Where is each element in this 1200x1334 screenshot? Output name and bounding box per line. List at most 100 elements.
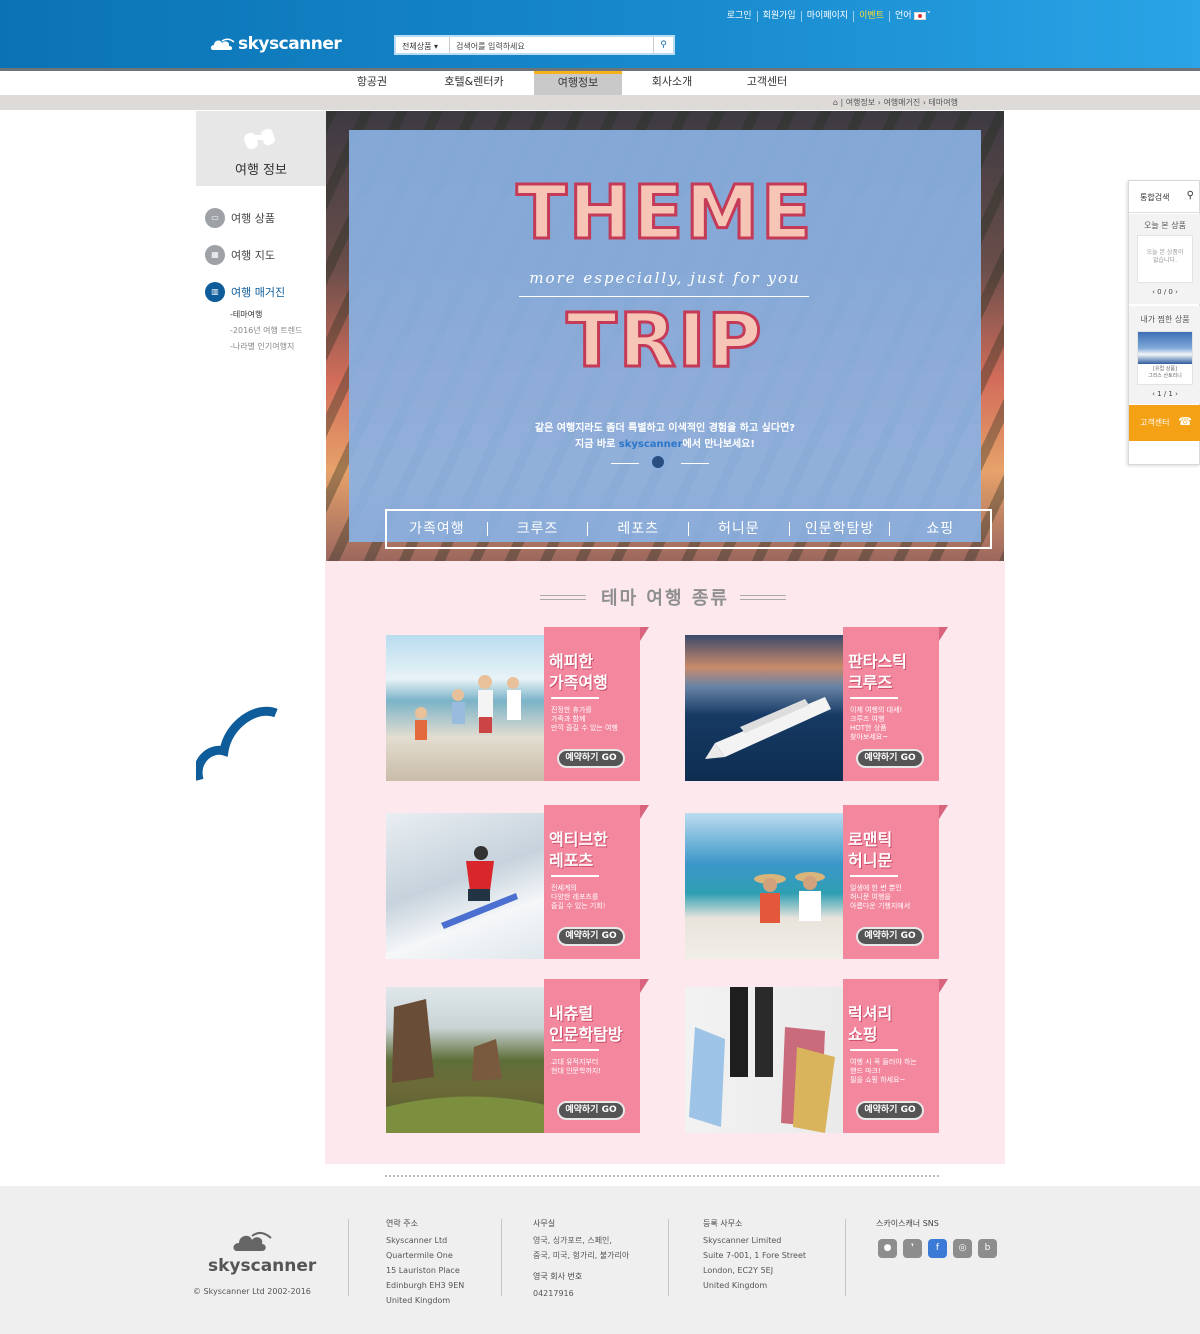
footer-heading: 등록 사무소 bbox=[703, 1219, 743, 1228]
card-title-1: 럭셔리 bbox=[848, 1004, 893, 1023]
tab-honeymoon[interactable]: 허니문 bbox=[689, 522, 790, 536]
plane-badge-icon bbox=[650, 454, 666, 470]
hero-copy-line2: 지금 바로 skyscanner에서 만나보세요! bbox=[349, 435, 981, 450]
hero-copy-line1: 같은 여행지라도 좀더 특별하고 이색적인 경험을 하고 싶다면? bbox=[534, 423, 796, 434]
empty-line: 오늘 본 상품이 bbox=[1146, 249, 1184, 256]
tab-cruise[interactable]: 크루즈 bbox=[488, 522, 589, 536]
wish-item[interactable]: [유럽 상품] 그리스 산토리니 bbox=[1137, 331, 1193, 385]
blog-icon[interactable]: b bbox=[978, 1239, 997, 1258]
signup-link[interactable]: 회원가입 bbox=[756, 11, 801, 22]
facebook-icon[interactable]: f bbox=[928, 1239, 947, 1258]
wish-pager[interactable]: ‹ 1 / 1 › bbox=[1129, 390, 1200, 398]
cruise-ship-photo bbox=[685, 635, 845, 781]
nav-hotel-rentcar[interactable]: 호텔&렌터카 bbox=[436, 71, 512, 95]
nav-company[interactable]: 회사소개 bbox=[642, 71, 702, 95]
event-link[interactable]: 이벤트 bbox=[853, 11, 889, 22]
book-go-button[interactable]: 예약하기 GO bbox=[856, 927, 924, 946]
nav-flights[interactable]: 항공권 bbox=[342, 71, 402, 95]
card-fold bbox=[939, 805, 948, 819]
book-go-button[interactable]: 예약하기 GO bbox=[856, 749, 924, 768]
book-go-button[interactable]: 예약하기 GO bbox=[557, 927, 625, 946]
theme-card-humanities-tour[interactable]: 내츄럴 인문학탐방 고대 유적지부터 현대 인문학까지! 예약하기 GO bbox=[386, 979, 649, 1135]
shopping-bags-photo bbox=[685, 987, 845, 1133]
theme-card-cruise[interactable]: 판타스틱 크루즈 이제 여행의 대세! 크루즈 여행 HOT한 상품 찾아보세요~ 예약… bbox=[685, 627, 948, 783]
nav-travel-info[interactable]: 여행정보 bbox=[534, 71, 622, 95]
sidebar-sub-popular-destinations[interactable]: -나라별 인기여행지 bbox=[230, 341, 294, 352]
sidebar-item-travel-products[interactable]: ▭ 여행 상품 bbox=[205, 208, 275, 228]
copyright: © Skyscanner Ltd 2002-2016 bbox=[193, 1287, 311, 1296]
footer-heading: 사무실 bbox=[533, 1219, 556, 1228]
recent-pager[interactable]: ‹ 0 / 0 › bbox=[1129, 288, 1200, 296]
card-title-2: 가족여행 bbox=[549, 673, 608, 692]
sidebar-item-travel-magazine[interactable]: ▥ 여행 매거진 bbox=[205, 282, 285, 302]
desc-line: 일생에 한 번 뿐인 bbox=[850, 884, 902, 892]
skyscanner-logo[interactable]: skyscanner bbox=[210, 34, 342, 54]
tab-humanities-tour[interactable]: 인문학탐방 bbox=[790, 522, 891, 536]
login-link[interactable]: 로그인 bbox=[722, 11, 757, 22]
quick-customer-center[interactable]: 고객센터 ☎ bbox=[1129, 405, 1200, 441]
footer: skyscanner © Skyscanner Ltd 2002-2016 연락… bbox=[0, 1186, 1200, 1334]
theme-tabs: 가족여행 크루즈 레포츠 허니문 인문학탐방 쇼핑 bbox=[385, 509, 992, 549]
kakaotalk-icon[interactable]: ● bbox=[878, 1239, 897, 1258]
breadcrumb-item[interactable]: 여행정보 bbox=[846, 98, 875, 107]
book-go-button[interactable]: 예약하기 GO bbox=[856, 1101, 924, 1120]
section-title: 테마 여행 종류 bbox=[601, 588, 729, 609]
home-icon[interactable]: ⌂ bbox=[833, 98, 838, 107]
footer-sns: 스카이스캐너 SNS bbox=[876, 1216, 939, 1233]
card-title: 로맨틱 허니문 bbox=[848, 829, 940, 871]
sns-icons: ● ❜ f ◎ b bbox=[878, 1239, 1003, 1258]
card-bar bbox=[850, 1049, 898, 1051]
recent-empty: 오늘 본 상품이 없습니다. bbox=[1137, 235, 1193, 283]
nav-customer-center[interactable]: 고객센터 bbox=[737, 71, 797, 95]
sidebar-sub-2016-trend[interactable]: -2016년 여행 트렌드 bbox=[230, 325, 303, 336]
card-title-1: 내츄럴 bbox=[549, 1004, 594, 1023]
book-go-button[interactable]: 예약하기 GO bbox=[557, 749, 625, 768]
card-title: 럭셔리 쇼핑 bbox=[848, 1003, 940, 1045]
footer-heading: 연락 주소 bbox=[386, 1219, 418, 1228]
sidebar-item-label: 여행 상품 bbox=[231, 212, 275, 225]
card-bar bbox=[551, 697, 599, 699]
theme-card-honeymoon[interactable]: 로맨틱 허니문 일생에 한 번 뿐인 허니문 여행을 아름다운 기행지에서 예약하기 … bbox=[685, 805, 948, 961]
search-category-select[interactable]: 전체상품 ▾ bbox=[396, 37, 450, 53]
search-button[interactable]: ⚲ bbox=[653, 37, 673, 53]
quick-search[interactable]: 통합검색 ⚲ bbox=[1129, 181, 1200, 213]
breadcrumb-item[interactable]: 여행매거진 bbox=[883, 98, 920, 107]
mypage-link[interactable]: 마이페이지 bbox=[800, 11, 853, 22]
recent-title: 오늘 본 상품 bbox=[1144, 221, 1186, 230]
breadcrumb-bar: ⌂ | 여행정보 › 여행매거진 › 테마여행 bbox=[0, 95, 1200, 110]
theme-card-family[interactable]: 해피한 가족여행 진정한 휴가를 가족과 함께 만끽 즐길 수 있는 여행 예약하기 … bbox=[386, 627, 649, 783]
card-fold bbox=[939, 627, 948, 641]
sidebar-item-travel-map[interactable]: ▦ 여행 지도 bbox=[205, 245, 275, 265]
sidebar-item-label: 여행 매거진 bbox=[231, 286, 286, 299]
footer-divider bbox=[501, 1219, 502, 1296]
footer-registered: 등록 사무소 Skyscanner Limited Suite 7-001, 1… bbox=[703, 1216, 806, 1293]
book-go-button[interactable]: 예약하기 GO bbox=[557, 1101, 625, 1120]
sidebar-sub-theme-trip[interactable]: -테마여행 bbox=[230, 309, 262, 320]
sidebar-title: 여행 정보 bbox=[235, 163, 287, 178]
card-title: 해피한가족여행 bbox=[549, 651, 641, 693]
tab-family[interactable]: 가족여행 bbox=[387, 522, 488, 536]
desc-line: 즐길 수 있는 기회! bbox=[551, 902, 606, 910]
office-line: 중국, 미국, 헝가리, 불가리아 bbox=[533, 1251, 630, 1260]
card-title: 액티브한 레포츠 bbox=[549, 829, 641, 871]
theme-card-shopping[interactable]: 럭셔리 쇼핑 여행 시 꼭 들러야 하는 핸드 마크! 필을 쇼핑 하세요~ 예약하기… bbox=[685, 979, 948, 1135]
quick-menu: 통합검색 ⚲ 오늘 본 상품 오늘 본 상품이 없습니다. ‹ 0 / 0 › 내… bbox=[1128, 180, 1200, 465]
snowboarder-photo bbox=[386, 813, 546, 959]
language-select[interactable]: 언어 ˅ bbox=[888, 11, 936, 22]
card-title-2: 크루즈 bbox=[848, 673, 893, 692]
instagram-icon[interactable]: ◎ bbox=[953, 1239, 972, 1258]
cs-label: 고객센터 bbox=[1140, 418, 1170, 427]
footer-logo-text: skyscanner bbox=[208, 1256, 317, 1276]
kakaostory-icon[interactable]: ❜ bbox=[903, 1239, 922, 1258]
card-desc: 일생에 한 번 뿐인 허니문 여행을 아름다운 기행지에서 bbox=[850, 884, 936, 911]
search-input[interactable]: 검색어를 입력하세요 bbox=[450, 37, 653, 53]
language-label: 언어 bbox=[894, 11, 912, 21]
tab-shopping[interactable]: 쇼핑 bbox=[890, 522, 990, 536]
footer-heading: 스카이스캐너 SNS bbox=[876, 1219, 939, 1228]
theme-card-leisure-sports[interactable]: 액티브한 레포츠 전세계의 다양한 레포츠를 즐길 수 있는 기회! 예약하기 GO bbox=[386, 805, 649, 961]
card-title-1: 해피한 bbox=[549, 652, 594, 671]
footer-divider bbox=[845, 1219, 846, 1296]
tab-leisure-sports[interactable]: 레포츠 bbox=[588, 522, 690, 536]
card-title: 판타스틱 크루즈 bbox=[848, 651, 940, 693]
couple-beach-photo bbox=[685, 813, 845, 959]
